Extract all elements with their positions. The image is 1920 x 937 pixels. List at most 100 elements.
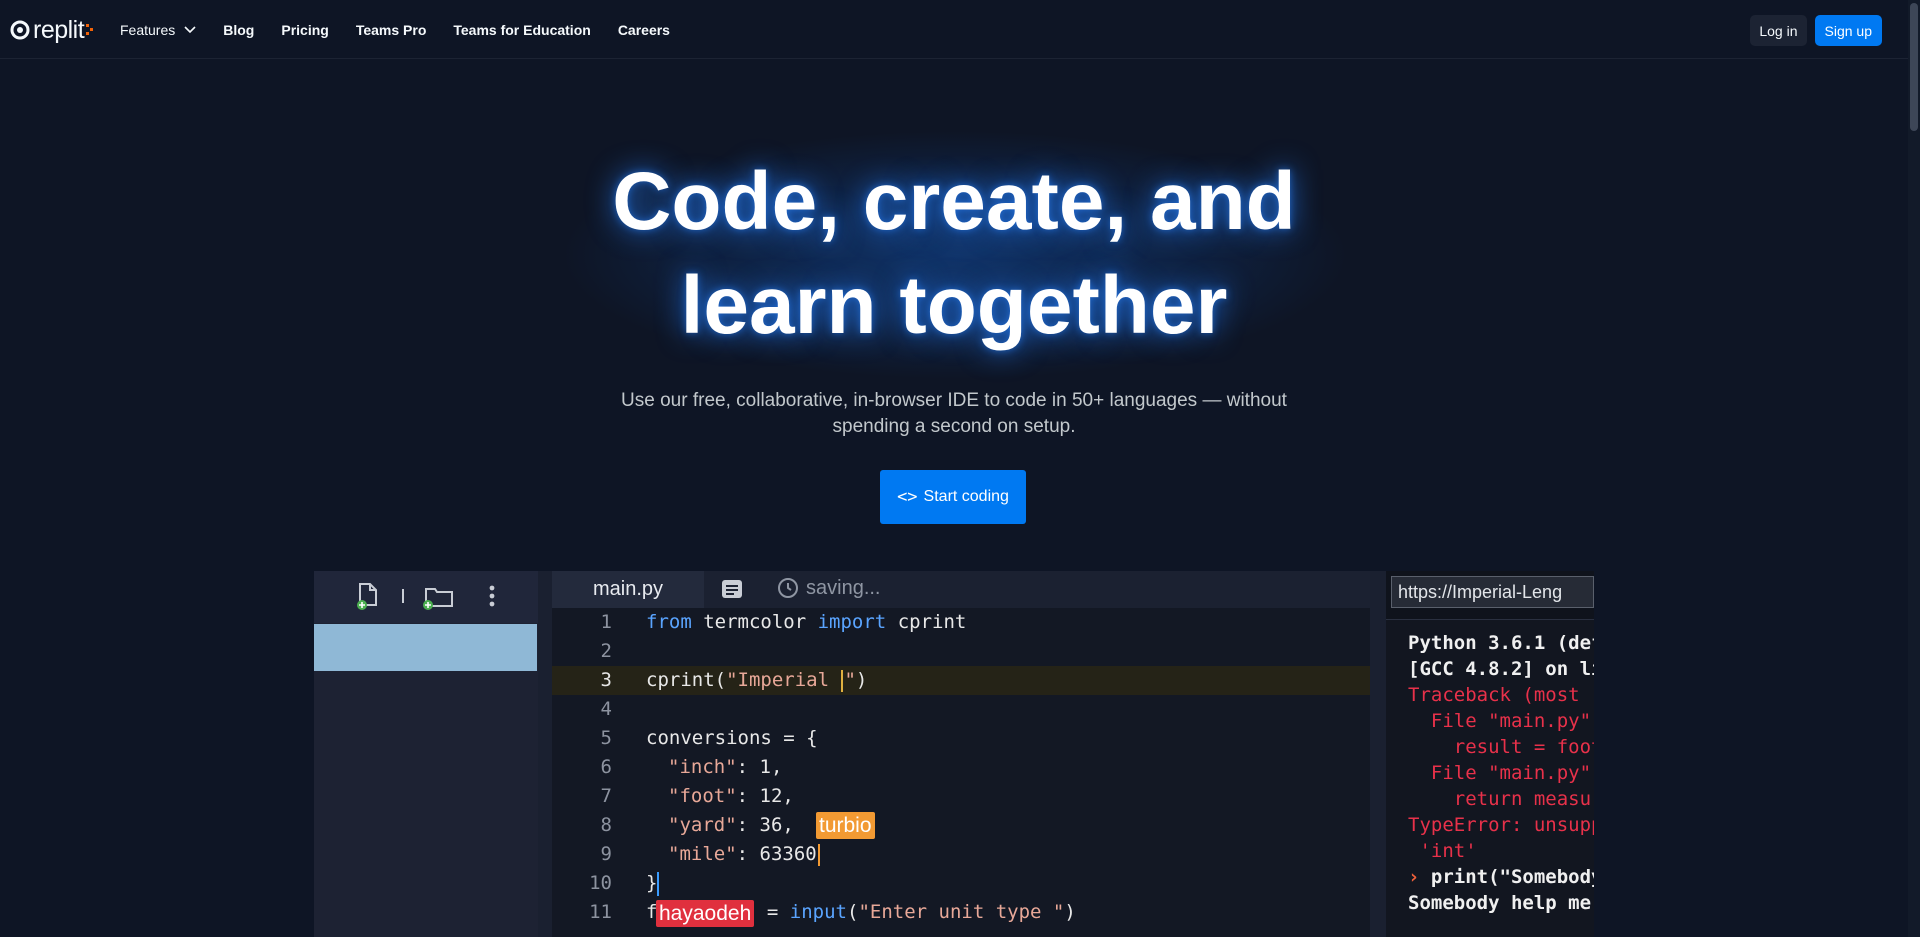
- page-scrollbar[interactable]: [1908, 0, 1920, 937]
- webview-url-bar[interactable]: https://Imperial-Leng: [1391, 576, 1594, 608]
- line-content: "inch": 1,: [668, 753, 782, 782]
- replit-logo[interactable]: replit: [10, 16, 94, 44]
- code-token: (: [846, 901, 859, 923]
- nav-teams-pro[interactable]: Teams Pro: [356, 22, 427, 38]
- tab-main-py[interactable]: main.py: [552, 571, 704, 608]
- login-button[interactable]: Log in: [1750, 15, 1807, 46]
- line-number: 10: [589, 872, 612, 894]
- code-line: 8 "yard": 36, turbio: [552, 811, 1370, 840]
- code-token: from: [646, 611, 692, 633]
- line-number: 8: [600, 814, 612, 836]
- code-token: ": [844, 669, 856, 691]
- nav-features[interactable]: Features: [120, 22, 196, 38]
- line-number: 6: [600, 756, 612, 778]
- collab-cursor: [817, 843, 820, 866]
- code-token: input: [789, 901, 847, 923]
- logo-dots-icon: [86, 24, 94, 35]
- line-content: "foot": 12,: [668, 782, 794, 811]
- code-line: 11 f = input("Enter unit type ") hayaode…: [552, 898, 1370, 927]
- signup-button[interactable]: Sign up: [1814, 15, 1882, 46]
- code-area[interactable]: 1 from termcolor import cprint 2 3 cprin…: [552, 608, 1370, 937]
- line-content: cprint("Imperial "): [646, 666, 867, 695]
- code-editor[interactable]: main.py saving... 1 from termcolor impor…: [552, 571, 1370, 937]
- code-line: 4: [552, 695, 1370, 724]
- nav-pricing[interactable]: Pricing: [281, 22, 328, 38]
- hero-subtitle: Use our free, collaborative, in-browser …: [621, 390, 1287, 437]
- collab-tag-hayaodeh: hayaodeh: [656, 900, 755, 927]
- line-content: from termcolor import cprint: [646, 608, 966, 637]
- code-token: "Enter unit type ": [858, 901, 1065, 923]
- line-number: 2: [600, 640, 612, 662]
- top-nav: replit Features Blog Pricing Teams Pro T…: [0, 0, 1908, 59]
- editor-tab-bar: main.py saving...: [552, 571, 1370, 608]
- line-number: 5: [600, 727, 612, 749]
- code-line: 6 "inch": 1,: [552, 753, 1370, 782]
- code-line: 1 from termcolor import cprint: [552, 608, 1370, 637]
- nav-careers[interactable]: Careers: [618, 22, 670, 38]
- scrollbar-thumb[interactable]: [1910, 3, 1918, 131]
- console-line: return measur: [1408, 788, 1594, 810]
- file-panel: [314, 571, 538, 937]
- prompt-text: print("Somebody: [1419, 866, 1594, 888]
- nav-blog[interactable]: Blog: [223, 22, 254, 38]
- new-folder-icon[interactable]: [420, 581, 456, 611]
- code-line: 2: [552, 637, 1370, 666]
- hero-title-line-2: learn together: [680, 260, 1228, 351]
- collab-tag-turbio: turbio: [816, 812, 875, 839]
- nav-features-label: Features: [120, 21, 176, 38]
- console-prompt-line: › print("Somebody: [1408, 864, 1594, 890]
- code-line: 10 }: [552, 869, 1370, 898]
- logo-text: replit: [33, 15, 85, 44]
- console-line: result = foot: [1408, 736, 1594, 758]
- replit-logo-icon: [10, 20, 30, 40]
- toolbar-divider: [402, 589, 404, 603]
- history-icon: [778, 578, 798, 598]
- code-token: : 12,: [736, 785, 794, 807]
- code-token: }: [646, 872, 658, 894]
- line-number: 9: [600, 843, 612, 865]
- code-token: import: [817, 611, 887, 633]
- code-token: cprint(: [646, 669, 727, 691]
- editor-cursor: [657, 871, 660, 896]
- selected-file-row[interactable]: [314, 624, 537, 671]
- hero-title: Code, create, and learn together: [0, 150, 1908, 358]
- line-number: 3: [600, 669, 612, 691]
- console-line: TypeError: unsupp: [1408, 814, 1594, 836]
- code-token: : 36,: [736, 814, 794, 836]
- code-line-active: 3 cprint("Imperial "): [552, 666, 1370, 695]
- code-token: : 63360: [736, 843, 817, 865]
- chevron-down-icon: [184, 25, 196, 33]
- code-token: termcolor: [691, 611, 818, 633]
- new-file-icon[interactable]: [354, 581, 380, 611]
- more-vertical-icon[interactable]: [488, 581, 496, 611]
- start-coding-button[interactable]: <> Start coding: [880, 470, 1026, 524]
- saving-label: saving...: [806, 576, 881, 599]
- code-token: "inch": [668, 756, 737, 778]
- console-line: 'int': [1408, 840, 1477, 862]
- console[interactable]: Python 3.6.1 (def [GCC 4.8.2] on li Trac…: [1386, 619, 1594, 937]
- code-line: 5 conversions = {: [552, 724, 1370, 753]
- console-line: Traceback (most r: [1408, 684, 1594, 706]
- code-brackets-icon: <>: [897, 487, 918, 507]
- code-token: "Imperial: [726, 669, 841, 691]
- ide-preview: main.py saving... 1 from termcolor impor…: [314, 571, 1594, 937]
- code-token: =: [755, 901, 790, 923]
- notes-icon[interactable]: [720, 578, 744, 600]
- line-number: 1: [600, 611, 612, 633]
- file-toolbar: [314, 571, 538, 623]
- code-token: ): [855, 669, 868, 691]
- code-line: 7 "foot": 12,: [552, 782, 1370, 811]
- console-line: Somebody help me: [1408, 892, 1592, 914]
- line-number: 4: [600, 698, 612, 720]
- line-content: "mile": 63360: [668, 840, 821, 869]
- nav-links: Features Blog Pricing Teams Pro Teams fo…: [120, 0, 697, 59]
- code-line: 9 "mile": 63360: [552, 840, 1370, 869]
- line-number: 11: [589, 901, 612, 923]
- prompt-arrow-icon: ›: [1408, 866, 1420, 888]
- code-token: "foot": [668, 785, 737, 807]
- code-token: cprint: [886, 611, 967, 633]
- line-content: "yard": 36,: [668, 811, 794, 840]
- console-line: [GCC 4.8.2] on li: [1408, 658, 1594, 680]
- code-token: "yard": [668, 814, 737, 836]
- nav-teams-education[interactable]: Teams for Education: [453, 22, 590, 38]
